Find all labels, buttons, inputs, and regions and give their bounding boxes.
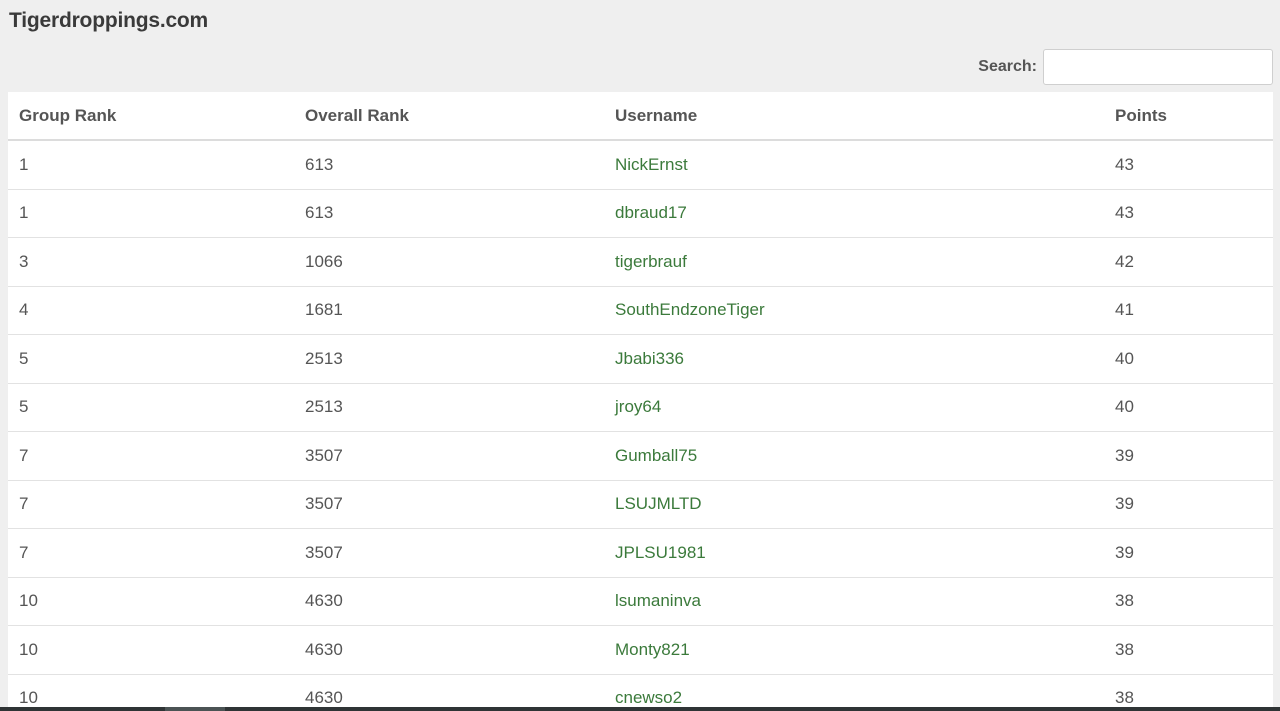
username-link[interactable]: LSUJMLTD	[604, 480, 1104, 529]
overall-rank-cell: 613	[294, 189, 604, 238]
overall-rank-cell: 4630	[294, 577, 604, 626]
username-link[interactable]: JPLSU1981	[604, 528, 1104, 578]
table-row: 1 613 dbraud17 43	[8, 189, 1273, 238]
points-cell: 39	[1104, 431, 1273, 481]
username-link[interactable]: jroy64	[604, 383, 1104, 432]
overall-rank-cell: 4630	[294, 674, 604, 711]
points-cell: 39	[1104, 480, 1273, 529]
overall-rank-cell: 4630	[294, 625, 604, 675]
table-header-row: Group Rank Overall Rank Username Points	[8, 92, 1273, 141]
table-row: 10 4630 Monty821 38	[8, 625, 1273, 675]
overall-rank-cell: 1681	[294, 286, 604, 335]
column-header-overall-rank[interactable]: Overall Rank	[294, 92, 604, 141]
points-cell: 38	[1104, 674, 1273, 711]
table-row: 4 1681 SouthEndzoneTiger 41	[8, 286, 1273, 335]
group-rank-cell: 10	[8, 674, 294, 711]
table-row: 5 2513 Jbabi336 40	[8, 334, 1273, 384]
group-rank-cell: 4	[8, 286, 294, 335]
search-label: Search:	[978, 58, 1037, 75]
points-cell: 38	[1104, 577, 1273, 626]
username-link[interactable]: Jbabi336	[604, 334, 1104, 384]
group-rank-cell: 5	[8, 383, 294, 432]
site-title: Tigerdroppings.com	[9, 9, 209, 32]
overall-rank-cell: 2513	[294, 334, 604, 384]
group-rank-cell: 7	[8, 431, 294, 481]
column-header-group-rank[interactable]: Group Rank	[8, 92, 294, 141]
group-rank-cell: 10	[8, 625, 294, 675]
group-rank-cell: 1	[8, 140, 294, 190]
table-body: 1 613 NickErnst 43 1 613 dbraud17 43 3 1…	[8, 140, 1273, 711]
table-row: 1 613 NickErnst 43	[8, 140, 1273, 190]
group-rank-cell: 7	[8, 528, 294, 578]
overall-rank-cell: 3507	[294, 431, 604, 481]
points-cell: 43	[1104, 140, 1273, 190]
username-link[interactable]: NickErnst	[604, 140, 1104, 190]
username-link[interactable]: Monty821	[604, 625, 1104, 675]
search-bar: Search:	[978, 48, 1273, 86]
points-cell: 41	[1104, 286, 1273, 335]
page: Tigerdroppings.com Search: Group Rank Ov…	[0, 0, 1280, 711]
table-row: 3 1066 tigerbrauf 42	[8, 237, 1273, 287]
username-link[interactable]: SouthEndzoneTiger	[604, 286, 1104, 335]
group-rank-cell: 7	[8, 480, 294, 529]
overall-rank-cell: 1066	[294, 237, 604, 287]
username-link[interactable]: dbraud17	[604, 189, 1104, 238]
table-row: 7 3507 Gumball75 39	[8, 431, 1273, 481]
horizontal-scrollbar[interactable]	[0, 707, 1280, 711]
overall-rank-cell: 613	[294, 140, 604, 190]
leaderboard-table: Group Rank Overall Rank Username Points …	[8, 92, 1273, 711]
points-cell: 43	[1104, 189, 1273, 238]
username-link[interactable]: cnewso2	[604, 674, 1104, 711]
table-row: 7 3507 JPLSU1981 39	[8, 528, 1273, 578]
points-cell: 39	[1104, 528, 1273, 578]
search-input[interactable]	[1043, 49, 1273, 85]
overall-rank-cell: 3507	[294, 480, 604, 529]
group-rank-cell: 5	[8, 334, 294, 384]
overall-rank-cell: 3507	[294, 528, 604, 578]
username-link[interactable]: tigerbrauf	[604, 237, 1104, 287]
table-row: 7 3507 LSUJMLTD 39	[8, 480, 1273, 529]
column-header-username[interactable]: Username	[604, 92, 1104, 141]
overall-rank-cell: 2513	[294, 383, 604, 432]
leaderboard-table-container: Group Rank Overall Rank Username Points …	[8, 92, 1273, 711]
username-link[interactable]: lsumaninva	[604, 577, 1104, 626]
column-header-points[interactable]: Points	[1104, 92, 1273, 141]
points-cell: 40	[1104, 334, 1273, 384]
table-row: 5 2513 jroy64 40	[8, 383, 1273, 432]
group-rank-cell: 3	[8, 237, 294, 287]
table-row: 10 4630 cnewso2 38	[8, 674, 1273, 711]
points-cell: 40	[1104, 383, 1273, 432]
group-rank-cell: 10	[8, 577, 294, 626]
username-link[interactable]: Gumball75	[604, 431, 1104, 481]
table-row: 10 4630 lsumaninva 38	[8, 577, 1273, 626]
group-rank-cell: 1	[8, 189, 294, 238]
scrollbar-thumb[interactable]	[165, 707, 225, 711]
points-cell: 42	[1104, 237, 1273, 287]
points-cell: 38	[1104, 625, 1273, 675]
